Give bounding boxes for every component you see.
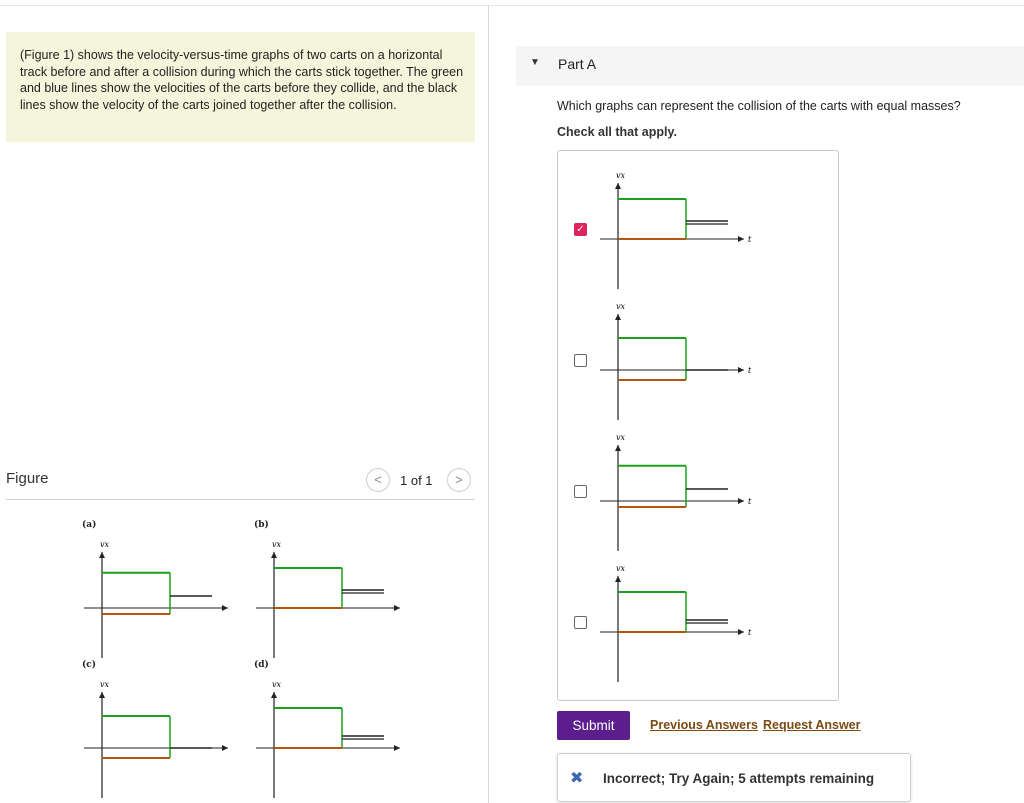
part-a-header[interactable]: ▼ Part A — [516, 46, 1024, 86]
figure-link[interactable]: Figure 1 — [24, 48, 70, 62]
figure-title: Figure — [6, 470, 49, 487]
y-axis-arrow — [615, 183, 621, 189]
y-axis-arrow — [271, 692, 277, 698]
x-axis-arrow — [394, 605, 400, 611]
option-graph: vx t — [600, 302, 752, 420]
x-axis-arrow — [222, 745, 228, 751]
figure-counter: 1 of 1 — [400, 473, 433, 488]
x-axis-arrow — [222, 605, 228, 611]
feedback-text: Incorrect; Try Again; 5 attempts remaini… — [603, 771, 875, 786]
x-axis-arrow — [738, 367, 744, 373]
y-axis-arrow — [99, 692, 105, 698]
intro-body: ) shows the velocity-versus-time graphs … — [20, 48, 464, 112]
panel-divider — [488, 6, 489, 803]
panel-letter: (d) — [254, 660, 269, 670]
option-checkbox[interactable]: ✓ — [574, 223, 587, 236]
intro-text: (Figure 1) shows the velocity-versus-tim… — [6, 32, 475, 142]
previous-answers-link[interactable]: Previous Answers — [650, 718, 758, 732]
top-rule — [0, 5, 1024, 6]
panel-letter: (b) — [254, 520, 269, 530]
y-axis-label: vx — [616, 171, 626, 180]
y-axis-label: vx — [616, 433, 626, 442]
y-axis-arrow — [271, 552, 277, 558]
feedback-box: ✖ Incorrect; Try Again; 5 attempts remai… — [557, 753, 911, 802]
instruction-text: Check all that apply. — [557, 125, 677, 139]
x-axis-arrow — [394, 745, 400, 751]
panel-letter: (c) — [82, 660, 96, 670]
y-axis-label: vx — [616, 564, 626, 573]
option-checkbox[interactable] — [574, 354, 587, 367]
y-axis-arrow — [615, 445, 621, 451]
chevron-right-icon[interactable]: > — [447, 468, 471, 492]
y-axis-arrow — [99, 552, 105, 558]
request-answer-link[interactable]: Request Answer — [763, 718, 860, 732]
y-axis-label: vx — [272, 540, 282, 549]
x-axis-arrow — [738, 498, 744, 504]
y-axis-arrow — [615, 576, 621, 582]
x-axis-label: t — [748, 235, 752, 244]
y-axis-label: vx — [100, 680, 110, 689]
vt-graph: vxt — [256, 680, 400, 798]
panel-letter: (a) — [82, 520, 97, 530]
y-axis-label: vx — [100, 540, 110, 549]
x-axis-arrow — [738, 236, 744, 242]
option-graph: vx t — [600, 171, 752, 289]
submit-button[interactable]: Submit — [557, 711, 630, 740]
y-axis-label: vx — [272, 680, 282, 689]
x-axis-arrow — [738, 629, 744, 635]
chevron-left-icon[interactable]: < — [366, 468, 390, 492]
caret-down-icon[interactable]: ▼ — [530, 57, 540, 68]
option-graph: vx t — [600, 433, 752, 551]
vt-graph: vxt — [256, 540, 400, 658]
option-checkbox[interactable] — [574, 485, 587, 498]
x-mark-icon: ✖ — [570, 770, 584, 787]
question-text: Which graphs can represent the collision… — [557, 99, 961, 113]
y-axis-arrow — [615, 314, 621, 320]
option-checkbox[interactable] — [574, 616, 587, 629]
x-axis-label: t — [748, 628, 752, 637]
x-axis-label: t — [748, 366, 752, 375]
y-axis-label: vx — [616, 302, 626, 311]
answer-options: ✓ vx t vx t vx t vx t — [557, 150, 839, 701]
part-title: Part A — [558, 56, 597, 72]
vt-graph: vxt — [84, 680, 228, 798]
vt-graph: vxt — [84, 540, 228, 658]
figure-header: Figure < 1 of 1 > — [6, 462, 475, 500]
option-graph: vx t — [600, 564, 752, 682]
x-axis-label: t — [748, 497, 752, 506]
